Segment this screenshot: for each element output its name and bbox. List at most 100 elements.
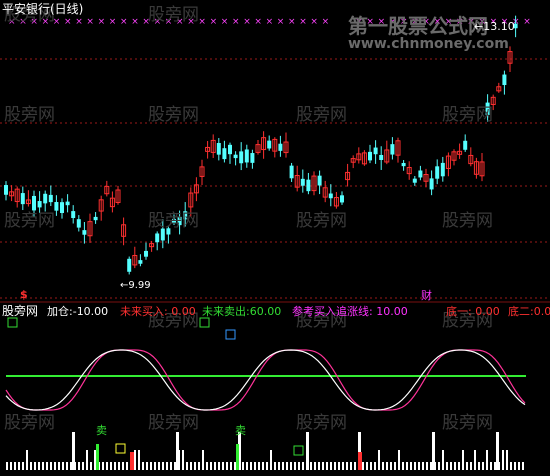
volume-bar [82, 462, 84, 470]
indicator-future-buy: 未来买入: 0.00 [120, 305, 196, 318]
candle-body [250, 153, 255, 163]
volume-bar [242, 462, 244, 470]
candle-body [138, 260, 143, 264]
volume-bar [518, 462, 520, 470]
volume-bar [338, 462, 340, 470]
watermark: 股旁网 [148, 105, 199, 125]
candle-body [48, 194, 53, 203]
candle-body [328, 193, 333, 199]
watermark: 股旁网 [442, 413, 493, 433]
sell-signal-label: 卖 [96, 424, 107, 437]
watermark: 股旁网 [4, 105, 55, 125]
signal-box [225, 329, 236, 340]
volume-bar [126, 462, 128, 470]
volume-bar [454, 462, 456, 470]
volume-bar [182, 450, 184, 470]
volume-bar [106, 462, 108, 470]
volume-bar [486, 450, 488, 470]
candle-body [340, 195, 344, 203]
volume-bar [210, 462, 212, 470]
ref-buy-value: 10.00 [376, 305, 408, 318]
candle-body [65, 201, 70, 206]
volume-bar [250, 462, 252, 470]
signal-marker: × [75, 17, 83, 27]
signal-box [293, 445, 304, 456]
volume-bar [402, 462, 404, 470]
volume-bar [190, 462, 192, 470]
candle-body [502, 74, 507, 86]
volume-bar [262, 462, 264, 470]
signal-bar [432, 432, 435, 470]
volume-bar [142, 462, 144, 470]
ref-buy-label: 参考买入追涨线: [292, 305, 373, 318]
volume-bar [442, 450, 444, 470]
volume-bar [258, 462, 260, 470]
site-url-watermark: www.chnmoney.com [348, 36, 509, 52]
signal-marker: × [322, 17, 330, 27]
indicator-future-sell: 未来卖出:60.00 [202, 305, 281, 318]
signal-bar [72, 432, 75, 470]
volume-bar [246, 462, 248, 470]
signal-marker: × [210, 17, 218, 27]
volume-bar [6, 462, 8, 470]
watermark: 股旁网 [442, 211, 493, 231]
volume-bar [50, 462, 52, 470]
volume-bar [254, 462, 256, 470]
signal-marker: × [232, 17, 240, 27]
bottom-one-value: 0.00 [475, 305, 500, 318]
candle-body [76, 219, 81, 228]
volume-bar [94, 450, 96, 470]
volume-bar [186, 462, 188, 470]
chart-canvas[interactable]: × × × × × × × × × × × × × × × × × × × × × × × × × × × × × × × × × × × × × × × ×… [0, 0, 550, 476]
volume-bar [194, 462, 196, 470]
candle-body [54, 202, 59, 211]
volume-bar [370, 462, 372, 470]
signal-marker: × [86, 17, 94, 27]
watermark: 股旁网 [148, 211, 199, 231]
volume-bar [438, 462, 440, 470]
volume-bar [174, 462, 176, 470]
candle-body [82, 230, 87, 235]
signal-bar [176, 432, 179, 470]
volume-bar [206, 462, 208, 470]
volume-bar [430, 462, 432, 470]
volume-bar [286, 462, 288, 470]
volume-bar [294, 462, 296, 470]
oscillator-line-white [5, 349, 526, 411]
candle-body [93, 216, 98, 221]
volume-bar [322, 462, 324, 470]
volume-bar [138, 450, 140, 470]
signal-box [7, 317, 18, 328]
volume-bar [278, 462, 280, 470]
bottom-one-label: 底一: [446, 305, 472, 318]
candle-body [317, 175, 322, 186]
dollar-marker: $ [20, 288, 28, 301]
signal-marker: × [120, 17, 128, 27]
finance-marker: 财 [421, 289, 432, 302]
volume-bar [150, 462, 152, 470]
signal-box [199, 317, 210, 328]
volume-bar [334, 462, 336, 470]
volume-bar [386, 462, 388, 470]
volume-bar [318, 462, 320, 470]
volume-bar [490, 462, 492, 470]
signal-marker: × [198, 17, 206, 27]
indicator-jiacang: 加仓:-10.00 [47, 305, 108, 318]
candle-body [216, 142, 221, 155]
volume-bar [122, 462, 124, 470]
volume-bar [214, 462, 216, 470]
volume-bar [226, 462, 228, 470]
candle-body [222, 148, 227, 160]
candle-body [228, 144, 232, 155]
candle-body [278, 143, 283, 151]
volume-bar [46, 462, 48, 470]
volume-bar [510, 462, 512, 470]
price-high-value: 13.10 [483, 20, 515, 33]
volume-bar [450, 462, 452, 470]
volume-bar [422, 462, 424, 470]
volume-bar [482, 462, 484, 470]
candle-body [435, 166, 440, 179]
signal-marker: × [243, 17, 251, 27]
signal-marker: × [109, 17, 117, 27]
price-low-label: ←9.99 [120, 280, 151, 291]
